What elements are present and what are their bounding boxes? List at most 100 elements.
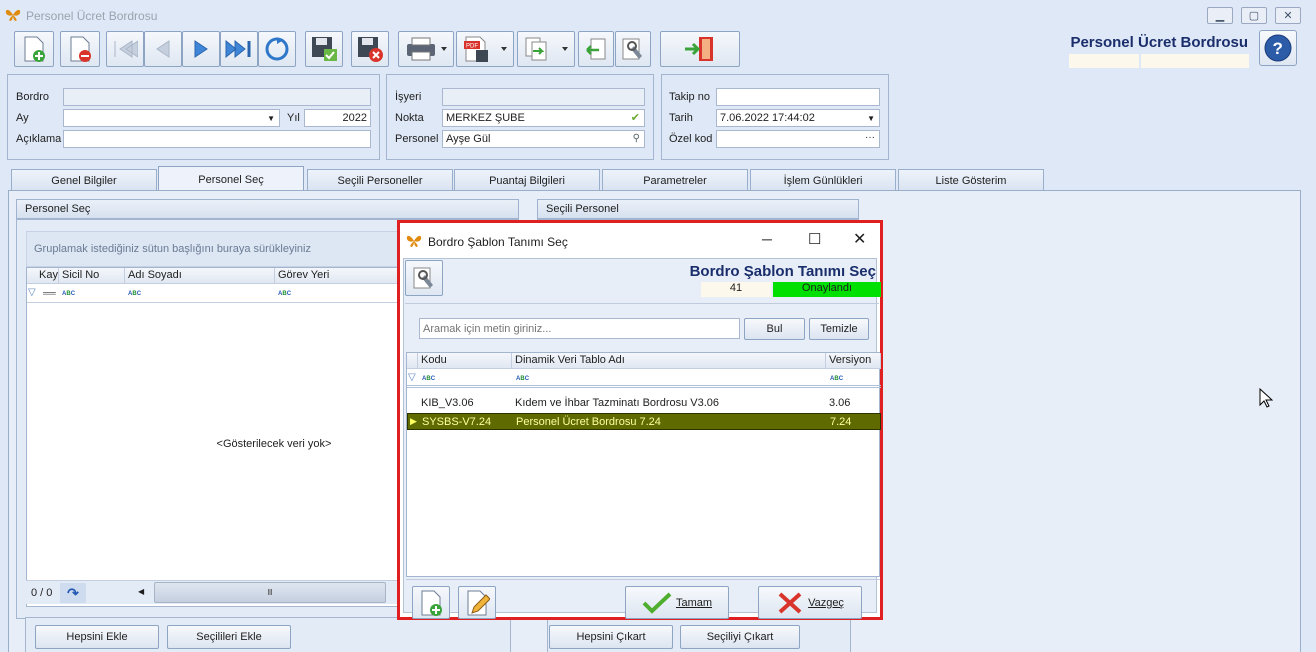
save-close-button[interactable] <box>351 31 389 67</box>
maximize-icon: ▢ <box>1248 10 1260 22</box>
column-header-gorev-yeri[interactable]: Görev Yeri <box>275 268 407 284</box>
lookup-icon: ⚲ <box>632 133 640 144</box>
pdf-icon: PDF <box>464 36 507 62</box>
dialog-title: Bordro Şablon Tanımı Seç <box>428 235 568 249</box>
dialog-settings-button[interactable] <box>405 260 443 296</box>
scroll-left-icon[interactable]: ◀ <box>138 587 144 596</box>
print-button[interactable] <box>398 31 454 67</box>
print-icon <box>407 37 447 61</box>
column-header-tablo-adi[interactable]: Dinamik Veri Tablo Adı <box>512 353 826 369</box>
isyeri-field[interactable] <box>442 88 645 106</box>
group-drop-area[interactable]: Gruplamak istediğiniz sütun başlığını bu… <box>26 231 406 267</box>
text-filter-icon: ABC <box>422 376 436 382</box>
dialog-body: Bordro Şablon Tanımı Seç 41 Onaylandı Bu… <box>403 258 881 619</box>
delete-button[interactable] <box>60 31 100 67</box>
minimize-button[interactable]: ▁ <box>1207 7 1233 24</box>
bordro-field[interactable] <box>63 88 371 106</box>
prev-button[interactable] <box>144 31 182 67</box>
save-button[interactable] <box>305 31 343 67</box>
column-header-versiyon[interactable]: Versiyon <box>826 353 881 369</box>
tarih-label: Tarih <box>669 112 693 124</box>
exit-icon <box>685 37 713 61</box>
settings-icon <box>622 38 642 60</box>
dialog-close-button[interactable]: ✕ <box>853 229 866 249</box>
exit-button[interactable] <box>660 31 740 67</box>
window-title: Personel Ücret Bordrosu <box>26 9 158 23</box>
dialog-minimize-button[interactable]: ─ <box>762 231 772 247</box>
tarih-field[interactable]: 7.06.2022 17:44:02 ▼ <box>716 109 880 127</box>
new-button[interactable] <box>14 31 54 67</box>
tab-puantaj-bilgileri[interactable]: Puantaj Bilgileri <box>454 169 600 191</box>
remove-selected-button[interactable]: Seçiliyi Çıkart <box>680 625 800 649</box>
import-button[interactable] <box>578 31 614 67</box>
minimize-icon: ─ <box>762 231 772 247</box>
ozel-field[interactable]: ··· <box>716 130 880 148</box>
tab-secili-personeller[interactable]: Seçili Personeller <box>307 169 453 191</box>
tab-genel-bilgiler[interactable]: Genel Bilgiler <box>11 169 157 191</box>
column-header-sicil-no[interactable]: Sicil No <box>59 268 125 284</box>
form-panel-tracking: Takip no Tarih 7.06.2022 17:44:02 ▼ Özel … <box>661 74 889 160</box>
edit-icon <box>467 590 490 615</box>
next-icon <box>194 40 208 58</box>
ay-label: Ay <box>16 112 29 124</box>
edit-template-button[interactable] <box>458 586 496 619</box>
dialog-maximize-button[interactable]: ☐ <box>808 230 821 248</box>
column-header-adi-soyadi[interactable]: Adı Soyadı <box>125 268 275 284</box>
remove-all-button[interactable]: Hepsini Çıkart <box>549 625 673 649</box>
tab-parametreler[interactable]: Parametreler <box>602 169 748 191</box>
cancel-button[interactable]: Vazgeç <box>758 586 862 619</box>
column-header-kay[interactable]: Kay <box>27 268 59 284</box>
ay-select[interactable]: ▼ <box>63 109 280 127</box>
close-icon: ✕ <box>1283 10 1293 22</box>
help-button[interactable]: ? <box>1259 30 1297 66</box>
add-selected-button[interactable]: Seçilileri Ekle <box>167 625 291 649</box>
close-button[interactable]: ✕ <box>1275 7 1301 24</box>
new-icon <box>421 590 442 616</box>
add-all-button[interactable]: Hepsini Ekle <box>35 625 159 649</box>
nokta-field[interactable]: MERKEZ ŞUBE ✔ <box>442 109 645 127</box>
export-button[interactable] <box>517 31 575 67</box>
last-button[interactable] <box>220 31 258 67</box>
cell-versiyon: 7.24 <box>830 416 852 428</box>
last-icon <box>225 39 251 59</box>
row-indicator-header <box>407 353 418 369</box>
maximize-button[interactable]: ▢ <box>1241 7 1267 24</box>
tab-personel-sec[interactable]: Personel Seç <box>158 166 304 192</box>
takip-field[interactable] <box>716 88 880 106</box>
find-button[interactable]: Bul <box>744 318 805 340</box>
next-button[interactable] <box>182 31 220 67</box>
table-row-selected[interactable]: ▶ SYSBS-V7.24 Personel Ücret Bordrosu 7.… <box>407 413 881 430</box>
isyeri-label: İşyeri <box>395 91 422 103</box>
header-box-1 <box>1069 54 1139 68</box>
table-row[interactable]: KIB_V3.06 Kıdem ve İhbar Tazminatı Bordr… <box>407 395 881 412</box>
settings-button[interactable] <box>615 31 651 67</box>
grid-footer: 0 / 0 ↷ ◀ Ⅲ <box>26 580 406 604</box>
chevron-down-icon: ▼ <box>867 114 875 123</box>
refresh-button[interactable] <box>258 31 296 67</box>
personnel-grid: Kay Sicil No Adı Soyadı Görev Yeri ▽ ══ … <box>26 267 407 607</box>
ok-button[interactable]: Tamam <box>625 586 729 619</box>
personel-field[interactable]: Ayşe Gül ⚲ <box>442 130 645 148</box>
horizontal-scrollbar[interactable]: Ⅲ <box>154 582 386 603</box>
cell-tablo-adi: Personel Ücret Bordrosu 7.24 <box>516 416 661 428</box>
tab-liste-gosterim[interactable]: Liste Gösterim <box>898 169 1044 191</box>
first-button[interactable] <box>106 31 144 67</box>
column-header-kodu[interactable]: Kodu <box>418 353 512 369</box>
aciklama-field[interactable] <box>63 130 371 148</box>
left-panel-title: Personel Seç <box>16 199 519 219</box>
title-bar: Personel Ücret Bordrosu ▁ ▢ ✕ <box>0 0 1316 30</box>
filter-row[interactable]: ▽ ABC ABC ABC <box>407 370 881 388</box>
ozel-label: Özel kod <box>669 133 713 145</box>
add-template-button[interactable] <box>412 586 450 619</box>
filter-row[interactable]: ▽ ══ ABC ABC ABC <box>27 285 407 303</box>
save-close-icon <box>358 37 383 62</box>
tab-islem-gunlukleri[interactable]: İşlem Günlükleri <box>750 169 896 191</box>
aciklama-label: Açıklama <box>16 133 62 145</box>
yil-field[interactable]: 2022 <box>304 109 371 127</box>
template-grid: Kodu Dinamik Veri Tablo Adı Versiyon ▽ A… <box>406 352 881 577</box>
clear-button[interactable]: Temizle <box>809 318 869 340</box>
reload-button[interactable]: ↷ <box>60 583 86 603</box>
search-input[interactable] <box>419 318 740 339</box>
record-number: 41 <box>701 282 771 297</box>
pdf-button[interactable]: PDF <box>456 31 514 67</box>
